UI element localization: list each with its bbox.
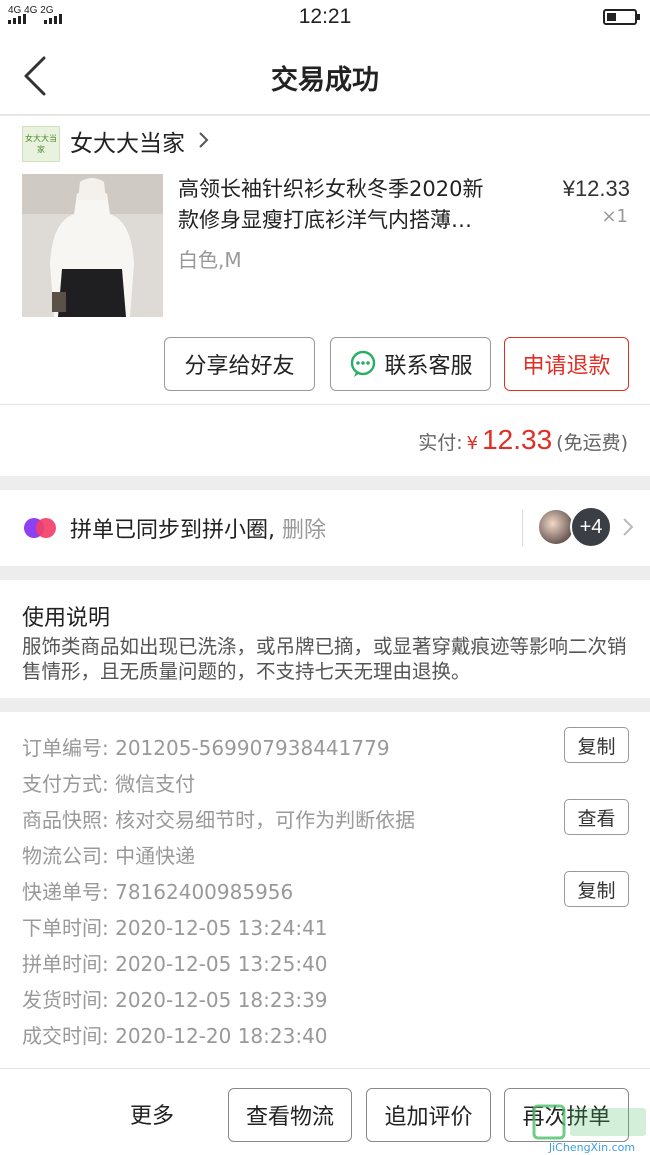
payment-label: 实付:: [418, 432, 463, 454]
chevron-right-icon[interactable]: [198, 130, 210, 150]
copy-tracking-number-button[interactable]: 复制: [564, 871, 629, 907]
group-sync-text: 拼单已同步到拼小圈, 删除: [70, 518, 327, 543]
info-row-order-number: 订单编号: 201205-569907938441779: [22, 736, 390, 760]
copy-order-number-button[interactable]: 复制: [564, 727, 629, 763]
delete-link[interactable]: 删除: [282, 518, 326, 543]
info-row-logistics-company: 物流公司: 中通快递: [22, 844, 196, 868]
usage-text: 服饰类商品如出现已洗涤，或吊牌已摘，或显著穿戴痕迹等影响二次销售情形，且无质量问…: [22, 635, 627, 683]
info-row-order-time: 下单时间: 2020-12-05 13:24:41: [22, 916, 328, 940]
page-title: 交易成功: [271, 65, 379, 96]
status-bar: 4G 4G 2G 12:21: [0, 0, 650, 36]
nav-bar: 交易成功: [0, 36, 650, 115]
shipping-note: (免运费): [556, 432, 628, 454]
info-row-snapshot: 商品快照: 核对交易细节时，可作为判断依据: [22, 808, 416, 832]
divider: [522, 510, 523, 546]
chat-icon: [351, 350, 376, 377]
chevron-right-icon[interactable]: [622, 516, 634, 538]
view-snapshot-button[interactable]: 查看: [564, 799, 629, 835]
watermark-logo: JiChengXin.com: [532, 1104, 646, 1154]
product-image[interactable]: [22, 174, 163, 317]
refund-button[interactable]: 申请退款: [504, 337, 629, 391]
payment-currency: ¥: [466, 433, 479, 454]
group-sync-card: 拼单已同步到拼小圈, 删除 +4: [0, 490, 650, 566]
info-row-tracking-number: 快递单号: 78162400985956: [22, 880, 294, 904]
view-logistics-button[interactable]: 查看物流: [228, 1088, 352, 1142]
payment-amount: 12.33: [482, 424, 553, 455]
shop-name[interactable]: 女大大当家: [70, 124, 185, 158]
payment-summary: 实付: ¥12.33 (免运费): [418, 424, 628, 456]
battery-icon: [603, 9, 640, 25]
clock: 12:21: [298, 5, 352, 28]
contact-service-label: 联系客服: [384, 354, 473, 379]
info-row-payment-method: 支付方式: 微信支付: [22, 772, 196, 796]
contact-service-button[interactable]: 联系客服: [330, 337, 491, 391]
pinxiaoquan-icon: [24, 518, 56, 538]
more-members-badge[interactable]: +4: [570, 506, 612, 548]
divider: [0, 404, 650, 405]
product-quantity: ×1: [601, 206, 628, 227]
more-button[interactable]: 更多: [130, 1098, 174, 1130]
product-price: ¥12.33: [562, 176, 630, 201]
watermark-text: JiChengXin.com: [548, 1141, 635, 1154]
product-title[interactable]: 高领长袖针织衫女秋冬季2020新 款修身显瘦打底衫洋气内搭薄…: [178, 174, 528, 236]
info-row-complete-time: 成交时间: 2020-12-20 18:23:40: [22, 1024, 328, 1048]
add-review-button[interactable]: 追加评价: [366, 1088, 491, 1142]
shop-logo[interactable]: 女大大当家: [22, 126, 60, 162]
order-card: 女大大当家 女大大当家 高领长袖针织衫女秋冬季2020新 款修身显瘦打底衫洋气内…: [0, 116, 650, 476]
product-spec: 白色,M: [178, 248, 242, 272]
usage-title: 使用说明: [22, 606, 111, 631]
info-row-ship-time: 发货时间: 2020-12-05 18:23:39: [22, 988, 328, 1012]
share-button[interactable]: 分享给好友: [164, 337, 315, 391]
info-row-group-time: 拼单时间: 2020-12-05 13:25:40: [22, 952, 328, 976]
usage-card: 使用说明 服饰类商品如出现已洗涤，或吊牌已摘，或显著穿戴痕迹等影响二次销售情形，…: [0, 580, 650, 698]
order-info-card: 订单编号: 201205-569907938441779 支付方式: 微信支付 …: [0, 712, 650, 1068]
